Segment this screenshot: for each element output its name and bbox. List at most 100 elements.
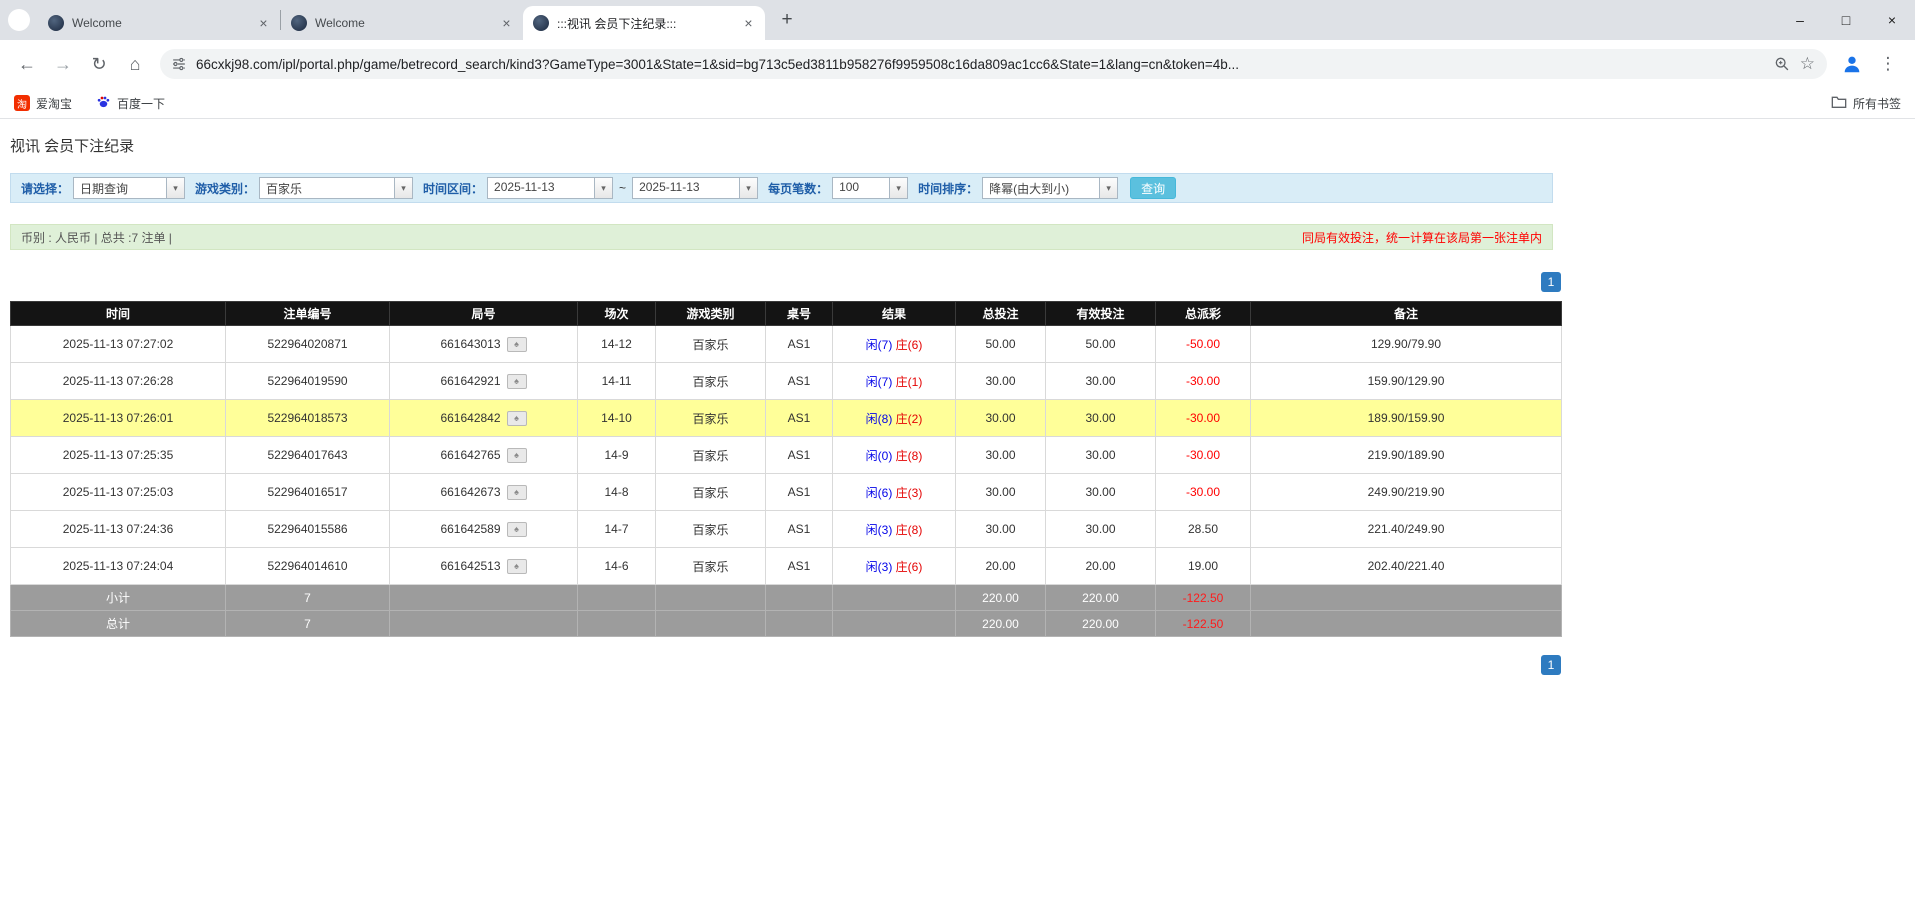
home-icon[interactable]: ⌂: [118, 47, 152, 81]
page-size-dropdown[interactable]: 100 ▾: [832, 177, 908, 199]
cell-remark: 202.40/221.40: [1251, 548, 1562, 585]
cell-time: 2025-11-13 07:27:02: [11, 326, 226, 363]
minimize-button[interactable]: –: [1777, 0, 1823, 40]
header-result: 结果: [833, 302, 956, 326]
address-bar[interactable]: 66cxkj98.com/ipl/portal.php/game/betreco…: [160, 49, 1827, 79]
cell-empty: [833, 585, 956, 611]
back-icon[interactable]: ←: [10, 47, 44, 81]
forward-icon[interactable]: →: [46, 47, 80, 81]
tab-bet-records-active[interactable]: :::视讯 会员下注纪录::: ×: [523, 6, 765, 40]
cell-time: 2025-11-13 07:26:01: [11, 400, 226, 437]
sort-order-dropdown[interactable]: 降幂(由大到小) ▾: [982, 177, 1118, 199]
filter-label-date-range: 时间区间：: [423, 180, 483, 197]
cell-empty: [578, 585, 656, 611]
maximize-button[interactable]: □: [1823, 0, 1869, 40]
game-type-dropdown[interactable]: 百家乐 ▾: [259, 177, 413, 199]
cell-result: 闲(3) 庄(8): [833, 511, 956, 548]
bookmark-star-icon[interactable]: ☆: [1800, 54, 1815, 74]
cards-icon[interactable]: ♠: [507, 337, 527, 352]
cell-total-bet[interactable]: 30.00: [956, 437, 1046, 474]
table-row: 2025-11-13 07:25:03 522964016517 6616426…: [11, 474, 1562, 511]
date-to-dropdown[interactable]: 2025-11-13 ▾: [632, 177, 758, 199]
cell-payout: 28.50: [1156, 511, 1251, 548]
cards-icon[interactable]: ♠: [507, 522, 527, 537]
profile-avatar[interactable]: [1835, 47, 1869, 81]
cell-payout: -30.00: [1156, 363, 1251, 400]
cell-total-bet[interactable]: 30.00: [956, 363, 1046, 400]
tab-title: Welcome: [72, 16, 247, 30]
cards-icon[interactable]: ♠: [507, 448, 527, 463]
refresh-icon[interactable]: ↻: [82, 47, 116, 81]
browser-menu-icon[interactable]: ⋮: [1871, 47, 1905, 81]
result-player: 闲(8): [866, 412, 893, 426]
cell-remark: 249.90/219.90: [1251, 474, 1562, 511]
result-player: 闲(7): [866, 338, 893, 352]
header-table-no: 桌号: [766, 302, 833, 326]
tab-close-icon[interactable]: ×: [740, 15, 757, 32]
cell-game-type: 百家乐: [656, 400, 766, 437]
page-1-button[interactable]: 1: [1541, 655, 1561, 675]
query-type-dropdown[interactable]: 日期查询 ▾: [73, 177, 185, 199]
cards-icon[interactable]: ♠: [507, 411, 527, 426]
search-button[interactable]: 查询: [1130, 177, 1176, 199]
cell-total-bet[interactable]: 30.00: [956, 400, 1046, 437]
table-row: 2025-11-13 07:27:02 522964020871 6616430…: [11, 326, 1562, 363]
zoom-icon[interactable]: [1774, 56, 1790, 72]
header-session: 场次: [578, 302, 656, 326]
header-valid-bet: 有效投注: [1046, 302, 1156, 326]
tab-welcome-1[interactable]: Welcome ×: [38, 6, 280, 40]
all-bookmarks-button[interactable]: 所有书签: [1831, 95, 1901, 112]
cell-total-bet[interactable]: 30.00: [956, 511, 1046, 548]
cell-valid-bet: 30.00: [1046, 511, 1156, 548]
bookmark-baidu[interactable]: 百度一下: [96, 94, 165, 112]
cell-total-bet[interactable]: 50.00: [956, 326, 1046, 363]
chevron-down-icon[interactable]: ▾: [739, 178, 757, 198]
globe-favicon-icon: [48, 15, 64, 31]
chevron-down-icon[interactable]: ▾: [889, 178, 907, 198]
cards-icon[interactable]: ♠: [507, 374, 527, 389]
chevron-down-icon[interactable]: ▾: [394, 178, 412, 198]
close-button[interactable]: ×: [1869, 0, 1915, 40]
cell-valid-bet: 30.00: [1046, 437, 1156, 474]
table-header-row: 时间 注单编号 局号 场次 游戏类别 桌号 结果 总投注 有效投注 总派彩 备注: [11, 302, 1562, 326]
cell-empty: [656, 611, 766, 637]
result-player: 闲(0): [866, 449, 893, 463]
cell-session: 14-8: [578, 474, 656, 511]
total-valid-bet: 220.00: [1046, 611, 1156, 637]
cell-total-bet[interactable]: 20.00: [956, 548, 1046, 585]
cell-valid-bet: 30.00: [1046, 363, 1156, 400]
tab-welcome-2[interactable]: Welcome ×: [281, 6, 523, 40]
total-count: 7: [226, 611, 390, 637]
chevron-down-icon[interactable]: ▾: [594, 178, 612, 198]
cell-session: 14-9: [578, 437, 656, 474]
tab-title: :::视讯 会员下注纪录:::: [557, 15, 732, 32]
sort-order-value: 降幂(由大到小): [983, 178, 1099, 198]
cell-bet-id: 522964015586: [226, 511, 390, 548]
tab-close-icon[interactable]: ×: [498, 15, 515, 32]
tab-strip: Welcome × Welcome × :::视讯 会员下注纪录::: × + …: [0, 0, 1915, 40]
cell-time: 2025-11-13 07:25:03: [11, 474, 226, 511]
url-text[interactable]: 66cxkj98.com/ipl/portal.php/game/betreco…: [196, 57, 1764, 72]
tab-close-icon[interactable]: ×: [255, 15, 272, 32]
chevron-down-icon[interactable]: ▾: [166, 178, 184, 198]
cell-table-no: AS1: [766, 326, 833, 363]
bookmark-label: 百度一下: [117, 95, 165, 112]
bookmark-aitaobao[interactable]: 淘 爱淘宝: [14, 95, 72, 112]
cell-total-bet[interactable]: 30.00: [956, 474, 1046, 511]
date-from-dropdown[interactable]: 2025-11-13 ▾: [487, 177, 613, 199]
result-banker: 庄(2): [896, 412, 923, 426]
folder-icon: [1831, 95, 1847, 112]
cards-icon[interactable]: ♠: [507, 485, 527, 500]
currency-summary-text: 币别 : 人民币 | 总共 :7 注单 |: [21, 229, 172, 246]
cell-remark: 129.90/79.90: [1251, 326, 1562, 363]
cards-icon[interactable]: ♠: [507, 559, 527, 574]
new-tab-button[interactable]: +: [773, 6, 801, 34]
cell-game-type: 百家乐: [656, 548, 766, 585]
page-1-button[interactable]: 1: [1541, 272, 1561, 292]
chevron-down-icon[interactable]: ▾: [1099, 178, 1117, 198]
tab-search-button[interactable]: [8, 9, 30, 31]
cell-session: 14-10: [578, 400, 656, 437]
globe-favicon-icon: [291, 15, 307, 31]
cell-payout: -30.00: [1156, 474, 1251, 511]
site-info-icon[interactable]: [172, 57, 186, 71]
